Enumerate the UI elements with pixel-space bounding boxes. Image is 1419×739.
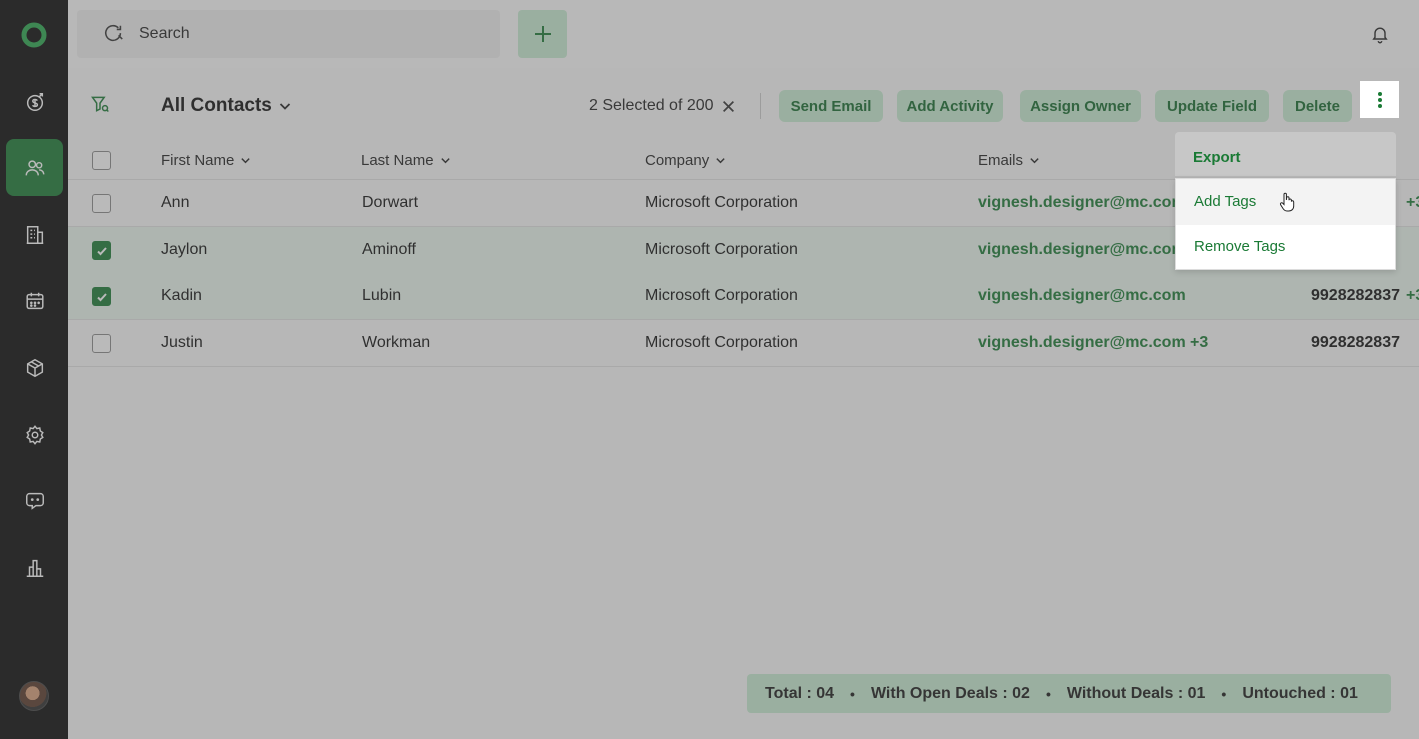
search-icon: [104, 24, 123, 42]
sidebar-item-products[interactable]: [6, 339, 63, 396]
reports-icon: [26, 559, 43, 577]
company-cell: Microsoft Corporation: [645, 334, 798, 351]
settings-icon: [25, 424, 44, 445]
send-email-button[interactable]: Send Email: [779, 90, 883, 122]
extra-phones-badge[interactable]: +3: [1406, 287, 1419, 305]
add-button[interactable]: [518, 10, 567, 58]
view-selector[interactable]: All Contacts: [161, 95, 292, 117]
stat-untouched: Untouched : 01: [1242, 684, 1358, 702]
filter-icon[interactable]: [90, 94, 110, 114]
products-icon: [26, 358, 43, 377]
update-field-button[interactable]: Update Field: [1155, 90, 1269, 122]
more-options-button[interactable]: [1360, 81, 1399, 118]
selection-status: 2 Selected of 200: [589, 97, 735, 115]
companies-icon: [26, 225, 43, 244]
first-name-cell: Kadin: [161, 287, 202, 304]
clear-selection-icon[interactable]: [722, 100, 735, 113]
row-checkbox[interactable]: [92, 241, 111, 260]
separator-dot: •: [850, 685, 855, 702]
stat-total: Total : 04: [765, 684, 835, 702]
company-cell: Microsoft Corporation: [645, 287, 798, 304]
sidebar-item-companies[interactable]: [6, 206, 63, 263]
sidebar-item-contacts[interactable]: [6, 139, 63, 196]
first-name-cell: Justin: [161, 334, 203, 351]
first-name-cell: Ann: [161, 194, 190, 211]
plus-icon: [534, 26, 551, 42]
extra-phones-badge[interactable]: +3: [1406, 194, 1419, 212]
deals-icon: [26, 92, 43, 111]
sidebar: [0, 0, 68, 739]
separator-dot: •: [1045, 685, 1051, 702]
sidebar-item-chat[interactable]: [6, 472, 63, 529]
sidebar-item-settings[interactable]: [6, 406, 63, 463]
selection-count: 2 Selected of 200: [589, 97, 714, 114]
main-content: Search All Contacts 2 Selected of 200 Se…: [68, 0, 1419, 739]
extra-emails-badge[interactable]: +3: [1190, 334, 1208, 352]
row-checkbox[interactable]: [92, 334, 111, 353]
row-checkbox[interactable]: [92, 287, 111, 306]
company-cell: Microsoft Corporation: [645, 194, 798, 211]
last-name-cell: Aminoff: [362, 241, 416, 258]
sidebar-item-calendar[interactable]: [6, 272, 63, 329]
email-link[interactable]: vignesh.designer@mc.com: [978, 241, 1186, 259]
menu-item-remove-tags[interactable]: Remove Tags: [1194, 238, 1285, 255]
logo-icon[interactable]: [20, 21, 48, 49]
add-activity-button[interactable]: Add Activity: [897, 90, 1003, 122]
last-name-cell: Workman: [362, 334, 431, 351]
chevron-down-icon: [716, 158, 725, 164]
column-company[interactable]: Company: [645, 152, 726, 169]
last-name-cell: Dorwart: [362, 194, 419, 211]
assign-owner-button[interactable]: Assign Owner: [1020, 90, 1141, 122]
delete-button[interactable]: Delete: [1283, 90, 1352, 122]
menu-item-add-tags[interactable]: Add Tags: [1194, 193, 1256, 210]
column-emails[interactable]: Emails: [978, 152, 1040, 169]
search-input[interactable]: Search: [77, 10, 500, 58]
row-checkbox[interactable]: [92, 194, 111, 213]
last-name-cell: Lubin: [362, 287, 402, 304]
avatar[interactable]: [19, 681, 49, 711]
chat-icon: [25, 492, 44, 510]
sidebar-item-deals[interactable]: [6, 73, 63, 130]
first-name-cell: Jaylon: [161, 241, 208, 258]
select-all-checkbox[interactable]: [92, 151, 111, 170]
stat-open-deals: With Open Deals : 02: [870, 684, 1030, 702]
search-label: Search: [139, 25, 190, 42]
top-bar: Search: [68, 0, 1419, 68]
email-link[interactable]: vignesh.designer@mc.com: [978, 334, 1186, 352]
page-title: All Contacts: [161, 95, 272, 116]
email-link[interactable]: vignesh.designer@mc.com: [978, 194, 1186, 212]
calendar-icon: [25, 292, 44, 309]
stats-bar: Total : 04 • With Open Deals : 02 • With…: [747, 674, 1391, 713]
divider: [760, 93, 761, 119]
bell-icon[interactable]: [1370, 24, 1390, 44]
column-label: Company: [645, 152, 710, 169]
chevron-down-icon: [440, 158, 450, 164]
kebab-menu-icon: [1377, 91, 1382, 108]
contacts-icon: [25, 159, 44, 175]
chevron-down-icon: [241, 158, 251, 164]
chevron-down-icon: [1030, 158, 1039, 164]
company-cell: Microsoft Corporation: [645, 241, 798, 258]
stat-without-deals: Without Deals : 01: [1066, 684, 1206, 702]
phone-cell: 9928282837: [1311, 287, 1400, 304]
separator-dot: •: [1221, 685, 1227, 702]
hand-cursor-icon: [1279, 192, 1295, 212]
checkmark-icon: [96, 246, 107, 255]
email-link[interactable]: vignesh.designer@mc.com: [978, 287, 1186, 305]
column-first-name[interactable]: First Name: [161, 152, 251, 169]
chevron-down-icon: [279, 103, 290, 110]
column-last-name[interactable]: Last Name: [361, 152, 451, 169]
checkmark-icon: [96, 292, 107, 301]
column-label: Last Name: [361, 152, 434, 169]
phone-cell: 9928282837: [1311, 334, 1400, 351]
menu-item-export[interactable]: Export: [1193, 149, 1241, 166]
sidebar-item-reports[interactable]: [6, 539, 63, 596]
column-label: First Name: [161, 152, 235, 169]
column-label: Emails: [978, 152, 1024, 169]
